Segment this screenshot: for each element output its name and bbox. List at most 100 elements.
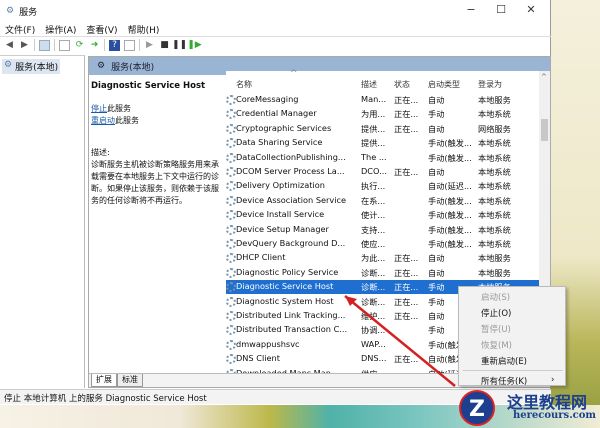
view-icon[interactable] (124, 39, 135, 51)
service-name: Diagnostic Service Host (236, 281, 334, 292)
service-startup-type: 自动 (428, 267, 445, 278)
context-menu-item[interactable]: 暂停(U) (481, 323, 511, 335)
close-button[interactable]: ✕ (516, 3, 546, 16)
service-log-on-as: 本地系统 (478, 181, 511, 192)
service-gear-icon (226, 138, 236, 149)
service-gear-icon (226, 152, 236, 163)
service-description: 执行... (361, 181, 386, 192)
context-menu: 启动(S) 停止(O) 暂停(U) 恢复(M) 重新启动(E) 所有任务(K) › (458, 286, 566, 387)
context-menu-item[interactable]: 恢复(M) (481, 339, 512, 351)
service-row[interactable]: DevQuery Background D... 使应... 手动(触发... 本地系… (226, 237, 539, 251)
stop-icon[interactable]: ■ (159, 40, 170, 51)
minimize-button[interactable]: − (456, 3, 486, 16)
service-name: Cryptographic Services (236, 122, 332, 133)
service-row[interactable]: Device Setup Manager 支持... 手动(触发... 本地系统 (226, 223, 539, 237)
stop-suffix: 此服务 (107, 104, 131, 113)
forward-icon[interactable]: ▶ (19, 40, 30, 51)
service-startup-type: 自动 (428, 123, 445, 134)
service-status: 正在... (394, 282, 419, 293)
service-row[interactable]: DHCP Client 为此... 正在... 自动 本地服务 (226, 251, 539, 265)
maximize-button[interactable]: ☐ (486, 3, 516, 16)
tree-item-services-local[interactable]: ⚙ 服务(本地) (2, 59, 61, 74)
service-status: 正在... (394, 109, 419, 120)
details-pane: Diagnostic Service Host 停止此服务 重启动此服务 描述:… (89, 75, 226, 373)
menu-action[interactable]: 操作(A) (45, 23, 76, 36)
service-description: DCO... (361, 166, 387, 176)
context-menu-item[interactable]: 启动(S) (481, 291, 510, 303)
back-icon[interactable]: ◀ (4, 40, 15, 51)
pause-icon[interactable]: ❚❚ (172, 40, 187, 51)
description-text: 诊断服务主机被诊断策略服务用来承载需要在本地服务上下文中运行的诊断。如果停止该服… (91, 160, 219, 205)
service-description: WAP... (361, 338, 386, 349)
service-log-on-as: 本地系统 (478, 138, 511, 149)
toolbar-separator (34, 39, 35, 51)
restart-icon[interactable]: ❚▶ (187, 40, 201, 51)
start-icon[interactable]: ▶ (144, 40, 155, 51)
console-tree-icon[interactable] (39, 39, 50, 51)
service-name: Diagnostic System Host (236, 295, 334, 306)
service-startup-type: 自动 (428, 253, 445, 264)
service-status: 正在... (394, 253, 419, 264)
menu-file[interactable]: 文件(F) (5, 23, 35, 36)
service-row[interactable]: Device Association Service 在系... 手动(触发... 本… (226, 194, 539, 208)
service-gear-icon (226, 239, 236, 249)
service-row[interactable]: Cryptographic Services 提供... 正在... 自动 网络服务 (226, 122, 539, 136)
service-gear-icon (226, 325, 236, 336)
submenu-chevron-icon: › (551, 375, 555, 385)
service-row[interactable]: Diagnostic Policy Service 诊断... 正在... 自动 本地服… (226, 266, 539, 280)
service-description: 维护... (361, 311, 386, 321)
service-startup-type: 手动(触发... (428, 239, 472, 249)
tab-standard[interactable]: 标准 (117, 374, 143, 387)
service-startup-type: 自动(延迟... (428, 181, 472, 192)
column-header-name[interactable]: 名称 (236, 79, 252, 91)
service-log-on-as: 本地服务 (478, 253, 511, 264)
service-row[interactable]: Credential Manager 为用... 正在... 手动 本地系统 (226, 107, 539, 121)
service-startup-type: 手动 (428, 282, 445, 293)
refresh-icon[interactable]: ⟳ (74, 40, 85, 51)
tab-extended[interactable]: 扩展 (91, 374, 117, 387)
services-app-icon: ⚙ (6, 6, 15, 16)
services-icon: ⚙ (97, 61, 106, 71)
service-gear-icon (226, 167, 236, 177)
column-header-status[interactable]: 状态 (394, 79, 410, 91)
service-row[interactable]: DataCollectionPublishing... The ... 手动(触发.… (226, 151, 539, 165)
stop-service-link[interactable]: 停止 (91, 104, 107, 113)
service-log-on-as: 本地系统 (478, 195, 511, 206)
service-gear-icon (226, 339, 236, 350)
restart-service-link[interactable]: 重启动 (91, 116, 115, 125)
menu-help[interactable]: 帮助(H) (128, 23, 160, 36)
help-icon[interactable]: ? (109, 39, 120, 51)
scrollbar-thumb[interactable] (541, 119, 548, 141)
service-name: dmwappushsvc (236, 338, 300, 349)
column-header-log-on-as[interactable]: 登录为 (478, 79, 502, 91)
console-tree: ⚙ 服务(本地) (0, 55, 85, 388)
service-gear-icon (226, 267, 236, 278)
service-row[interactable]: DCOM Server Process La... DCO... 正在... 自动 本地… (226, 165, 539, 179)
context-menu-item[interactable]: 停止(O) (481, 307, 511, 319)
service-gear-icon (226, 109, 236, 120)
context-menu-item[interactable]: 所有任务(K) (481, 375, 527, 387)
context-menu-item[interactable]: 重新启动(E) (481, 355, 527, 367)
service-status: 正在... (394, 267, 419, 278)
service-row[interactable]: Data Sharing Service 提供... 手动(触发... 本地系统 (226, 136, 539, 150)
menu-view[interactable]: 查看(V) (86, 23, 117, 36)
export-icon[interactable]: ➜ (89, 40, 100, 51)
service-name: DHCP Client (236, 252, 286, 263)
service-log-on-as: 本地系统 (478, 152, 511, 163)
logo-url: herecours.com (513, 410, 597, 421)
service-log-on-as: 本地系统 (478, 210, 511, 221)
column-header-startup-type[interactable]: 启动类型 (428, 79, 460, 91)
service-log-on-as: 本地服务 (478, 267, 511, 278)
service-gear-icon (226, 282, 236, 293)
properties-icon[interactable] (59, 39, 70, 51)
service-row[interactable]: Delivery Optimization 执行... 自动(延迟... 本地系统 (226, 179, 539, 193)
service-startup-type: 手动(触发... (428, 210, 472, 221)
service-name: DevQuery Background D... (236, 238, 346, 248)
service-gear-icon (226, 253, 236, 264)
service-name: Device Setup Manager (236, 223, 329, 234)
column-header-description[interactable]: 描述 (361, 79, 377, 91)
service-row[interactable]: Device Install Service 使计... 手动(触发... 本地系统 (226, 208, 539, 222)
scroll-up-icon[interactable]: ^ (541, 73, 547, 81)
service-row[interactable]: CoreMessaging Man... 正在... 自动 本地服务 (226, 93, 539, 107)
service-gear-icon (226, 210, 236, 221)
